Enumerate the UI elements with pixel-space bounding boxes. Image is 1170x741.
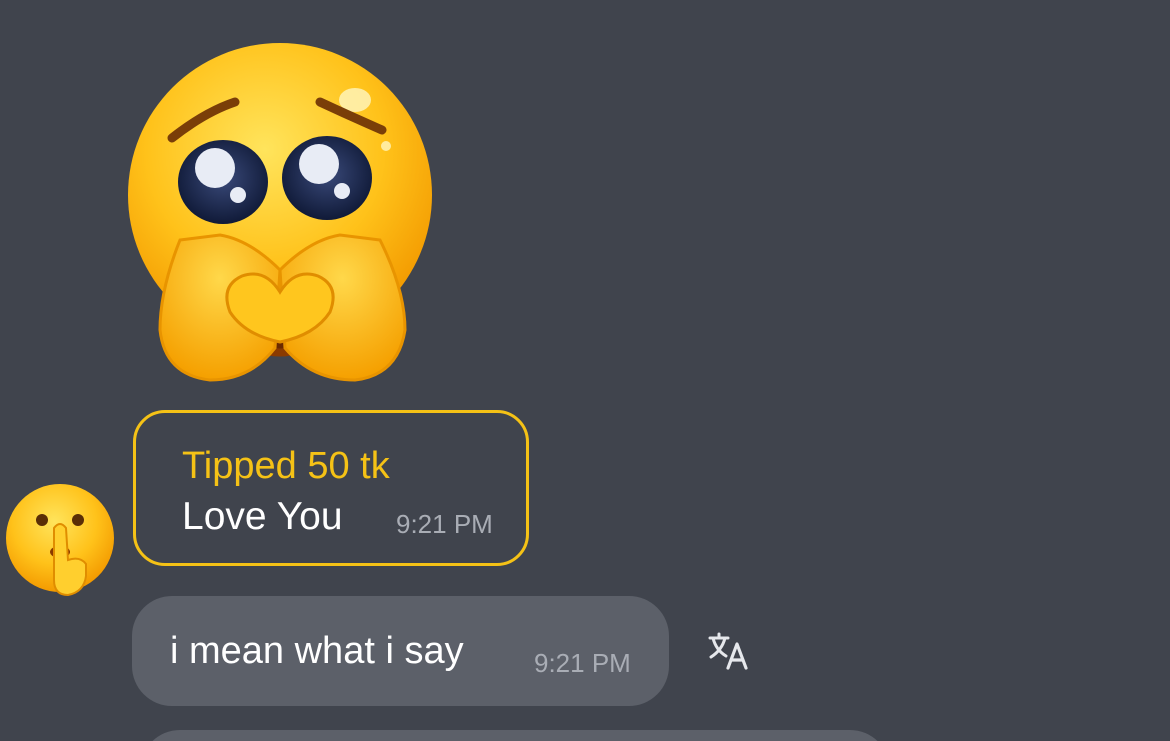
message-text: i mean what i say <box>170 630 464 672</box>
chat-view: Tipped 50 tk Love You 9:21 PM i mean wha… <box>0 0 1170 741</box>
tip-message-bubble[interactable]: Tipped 50 tk Love You 9:21 PM <box>133 410 529 566</box>
next-message-bubble[interactable] <box>140 730 890 741</box>
tip-message-text: Love You <box>182 495 343 538</box>
tip-message-timestamp: 9:21 PM <box>396 509 493 539</box>
message-bubble[interactable]: i mean what i say 9:21 PM <box>132 596 669 706</box>
translate-button[interactable] <box>706 630 752 672</box>
message-timestamp: 9:21 PM <box>534 648 631 678</box>
pleading-face-heart-hands-icon[interactable] <box>120 30 440 390</box>
translate-icon <box>708 632 748 670</box>
tip-amount-label: Tipped 50 tk <box>182 445 390 487</box>
shushing-face-icon[interactable] <box>2 480 120 598</box>
